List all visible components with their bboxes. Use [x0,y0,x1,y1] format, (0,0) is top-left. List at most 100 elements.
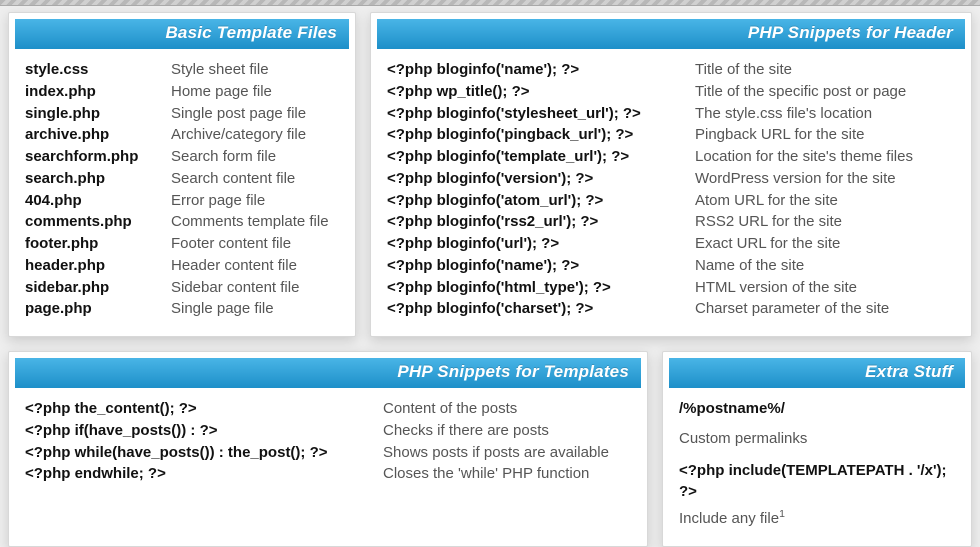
card-extra-stuff: Extra Stuff /%postname%/ Custom permalin… [662,351,972,547]
code-cell: page.php [25,298,171,320]
desc-cell: Sidebar content file [171,277,299,299]
table-row: <?php bloginfo('name'); ?>Title of the s… [387,59,957,81]
table-row: search.phpSearch content file [25,168,341,190]
row-2: PHP Snippets for Templates <?php the_con… [8,351,972,547]
card-title: PHP Snippets for Templates [15,358,641,388]
table-row: <?php bloginfo('html_type'); ?>HTML vers… [387,277,957,299]
card-php-templates: PHP Snippets for Templates <?php the_con… [8,351,648,547]
code-cell: <?php if(have_posts()) : ?> [25,420,383,442]
code-cell: <?php wp_title(); ?> [387,81,695,103]
desc-cell: Closes the 'while' PHP function [383,463,589,485]
desc-cell: Error page file [171,190,265,212]
desc-cell: Archive/category file [171,124,306,146]
code-cell: <?php bloginfo('name'); ?> [387,59,695,81]
table-row: <?php the_content(); ?>Content of the po… [25,398,633,420]
code-cell: <?php bloginfo('charset'); ?> [387,298,695,320]
code-cell: searchform.php [25,146,171,168]
code-cell: archive.php [25,124,171,146]
code-cell: index.php [25,81,171,103]
desc-cell: Charset parameter of the site [695,298,889,320]
extra-line: <?php include(TEMPLATEPATH . '/x'); ?> [679,460,957,504]
table-row: index.phpHome page file [25,81,341,103]
card-body: <?php bloginfo('name'); ?>Title of the s… [377,49,965,330]
desc-cell: Style sheet file [171,59,269,81]
code-cell: footer.php [25,233,171,255]
table-row: comments.phpComments template file [25,211,341,233]
desc-cell: Shows posts if posts are available [383,442,609,464]
code-cell: <?php bloginfo('atom_url'); ?> [387,190,695,212]
code-cell: <?php bloginfo('rss2_url'); ?> [387,211,695,233]
table-row: searchform.phpSearch form file [25,146,341,168]
code-cell: <?php bloginfo('stylesheet_url'); ?> [387,103,695,125]
table-row: <?php bloginfo('atom_url'); ?>Atom URL f… [387,190,957,212]
card-body: style.cssStyle sheet fileindex.phpHome p… [15,49,349,330]
card-title: Extra Stuff [669,358,965,388]
code-cell: <?php endwhile; ?> [25,463,383,485]
desc-cell: HTML version of the site [695,277,857,299]
desc-cell: Atom URL for the site [695,190,838,212]
desc-cell: Single post page file [171,103,306,125]
desc-cell: RSS2 URL for the site [695,211,842,233]
table-row: single.phpSingle post page file [25,103,341,125]
desc-cell: Comments template file [171,211,329,233]
table-row: <?php wp_title(); ?>Title of the specifi… [387,81,957,103]
table-row: <?php if(have_posts()) : ?>Checks if the… [25,420,633,442]
desc-cell: Search content file [171,168,295,190]
table-row: <?php bloginfo('name'); ?>Name of the si… [387,255,957,277]
code-cell: <?php the_content(); ?> [25,398,383,420]
card-basic-template-files: Basic Template Files style.cssStyle shee… [8,12,356,337]
table-row: page.phpSingle page file [25,298,341,320]
desc-cell: WordPress version for the site [695,168,896,190]
table-row: <?php endwhile; ?>Closes the 'while' PHP… [25,463,633,485]
code-cell: comments.php [25,211,171,233]
table-row: archive.phpArchive/category file [25,124,341,146]
card-title: Basic Template Files [15,19,349,49]
desc-cell: Exact URL for the site [695,233,840,255]
table-row: header.phpHeader content file [25,255,341,277]
footnote-mark: 1 [779,508,785,520]
extra-line: Include any file1 [679,507,957,530]
row-1: Basic Template Files style.cssStyle shee… [8,12,972,337]
code-cell: single.php [25,103,171,125]
desc-cell: Name of the site [695,255,804,277]
extra-line: Custom permalinks [679,428,957,450]
code-cell: 404.php [25,190,171,212]
desc-cell: Pingback URL for the site [695,124,865,146]
desc-cell: Location for the site's theme files [695,146,913,168]
extra-line: /%postname%/ [679,398,957,420]
code-cell: <?php bloginfo('template_url'); ?> [387,146,695,168]
code-cell: <?php bloginfo('url'); ?> [387,233,695,255]
page-canvas: Basic Template Files style.cssStyle shee… [0,6,980,547]
table-row: <?php bloginfo('stylesheet_url'); ?>The … [387,103,957,125]
desc-cell: Single page file [171,298,274,320]
table-row: style.cssStyle sheet file [25,59,341,81]
table-row: <?php bloginfo('template_url'); ?>Locati… [387,146,957,168]
table-row: <?php while(have_posts()) : the_post(); … [25,442,633,464]
desc-cell: Search form file [171,146,276,168]
desc-cell: Title of the site [695,59,792,81]
code-cell: <?php bloginfo('version'); ?> [387,168,695,190]
card-body: <?php the_content(); ?>Content of the po… [15,388,641,540]
card-title: PHP Snippets for Header [377,19,965,49]
table-row: <?php bloginfo('version'); ?>WordPress v… [387,168,957,190]
desc-cell: Header content file [171,255,297,277]
table-row: 404.phpError page file [25,190,341,212]
code-cell: <?php bloginfo('html_type'); ?> [387,277,695,299]
table-row: <?php bloginfo('charset'); ?>Charset par… [387,298,957,320]
desc-cell: Checks if there are posts [383,420,549,442]
code-cell: sidebar.php [25,277,171,299]
desc-cell: Title of the specific post or page [695,81,906,103]
desc-cell: Home page file [171,81,272,103]
card-body: /%postname%/ Custom permalinks <?php inc… [669,388,965,540]
code-cell: <?php bloginfo('name'); ?> [387,255,695,277]
desc-cell: The style.css file's location [695,103,872,125]
code-cell: header.php [25,255,171,277]
table-row: footer.phpFooter content file [25,233,341,255]
card-php-header: PHP Snippets for Header <?php bloginfo('… [370,12,972,337]
code-cell: style.css [25,59,171,81]
table-row: <?php bloginfo('pingback_url'); ?>Pingba… [387,124,957,146]
code-cell: search.php [25,168,171,190]
table-row: sidebar.phpSidebar content file [25,277,341,299]
table-row: <?php bloginfo('url'); ?>Exact URL for t… [387,233,957,255]
table-row: <?php bloginfo('rss2_url'); ?>RSS2 URL f… [387,211,957,233]
